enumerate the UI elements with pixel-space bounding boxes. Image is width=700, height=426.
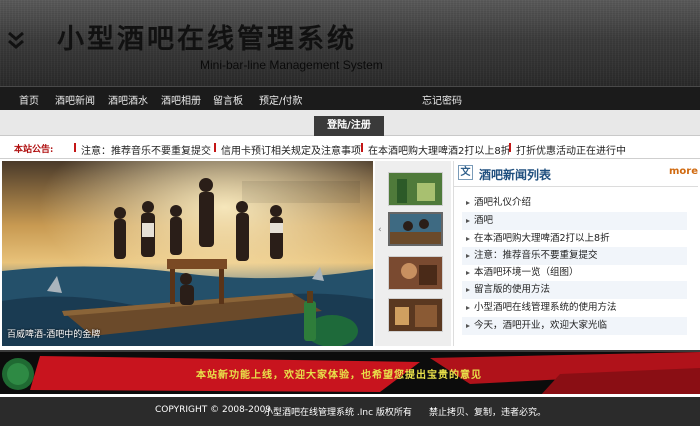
promo-banner-text: 本站新功能上线，欢迎大家体验，也希望您提出宝贵的意见 [196, 370, 482, 381]
site-subtitle: Mini-bar-line Management System [200, 58, 383, 72]
footer-notice: 禁止拷贝、复制，违者必究。 [429, 408, 547, 418]
footer-copyright: COPYRIGHT © 2008-2009 [155, 405, 272, 415]
news-item[interactable]: 今天，酒吧开业，欢迎大家光临 [462, 317, 687, 335]
notice-item[interactable]: 在本酒吧购大理啤酒2打以上8折 [361, 142, 511, 157]
news-item[interactable]: 留言版的使用方法 [462, 281, 687, 299]
nav-news[interactable]: 酒吧新闻 [55, 92, 95, 107]
login-register-tab[interactable]: 登陆/注册 [314, 116, 384, 136]
notice-item[interactable]: 注意：推荐音乐不要重复提交 [74, 142, 211, 157]
main-nav: 首页 酒吧新闻 酒吧酒水 酒吧相册 留言板 预定/付款 忘记密码 [0, 86, 700, 110]
thumbnail[interactable] [388, 298, 443, 332]
slideshow-image[interactable] [2, 161, 373, 346]
thumbnail-active[interactable] [388, 212, 443, 246]
nav-home[interactable]: 首页 [19, 92, 39, 107]
footer-owner: 小型酒吧在线管理系统 .Inc 版权所有 [264, 408, 412, 418]
nav-drinks[interactable]: 酒吧酒水 [108, 92, 148, 107]
notice-bar: 本站公告: 注意：推荐音乐不要重复提交 信用卡预订相关规定及注意事项 在本酒吧购… [0, 137, 700, 159]
news-item[interactable]: 酒吧礼仪介绍 [462, 194, 687, 212]
nav-change-password[interactable]: 忘记密码 [422, 92, 462, 107]
slideshow-caption: 百威啤酒-酒吧中的金牌 [7, 330, 101, 340]
document-icon: 文 [458, 165, 473, 180]
news-item[interactable]: 本酒吧环境一览（组图） [462, 264, 687, 282]
login-strip: 登陆/注册 [0, 110, 700, 136]
news-more-link[interactable]: more [669, 166, 698, 177]
page: 小型酒吧在线管理系统 Mini-bar-line Management Syst… [0, 0, 700, 426]
news-item[interactable]: 在本酒吧购大理啤酒2打以上8折 [462, 230, 687, 248]
notice-item[interactable]: 打折优惠活动正在进行中 [509, 142, 626, 157]
nav-booking[interactable]: 预定/付款 [259, 92, 302, 107]
nav-guestbook[interactable]: 留言板 [213, 92, 243, 107]
thumbnail[interactable] [388, 172, 443, 206]
double-chevron-down-icon [8, 31, 24, 49]
nav-album[interactable]: 酒吧相册 [161, 92, 201, 107]
notice-item[interactable]: 信用卡预订相关规定及注意事项 [214, 142, 361, 157]
site-header: 小型酒吧在线管理系统 Mini-bar-line Management Syst… [0, 0, 700, 86]
notice-label: 本站公告: [14, 145, 54, 155]
news-item[interactable]: 注意：推荐音乐不要重复提交 [462, 247, 687, 265]
chevron-left-icon[interactable]: ‹ [378, 225, 382, 235]
news-title: 酒吧新闻列表 [479, 168, 552, 182]
site-title: 小型酒吧在线管理系统 [57, 24, 357, 55]
news-item[interactable]: 小型酒吧在线管理系统的使用方法 [462, 299, 687, 317]
news-item[interactable]: 酒吧 [462, 212, 687, 230]
thumbnail[interactable] [388, 256, 443, 290]
site-footer: COPYRIGHT © 2008-2009 小型酒吧在线管理系统 .Inc 版权… [0, 397, 700, 426]
